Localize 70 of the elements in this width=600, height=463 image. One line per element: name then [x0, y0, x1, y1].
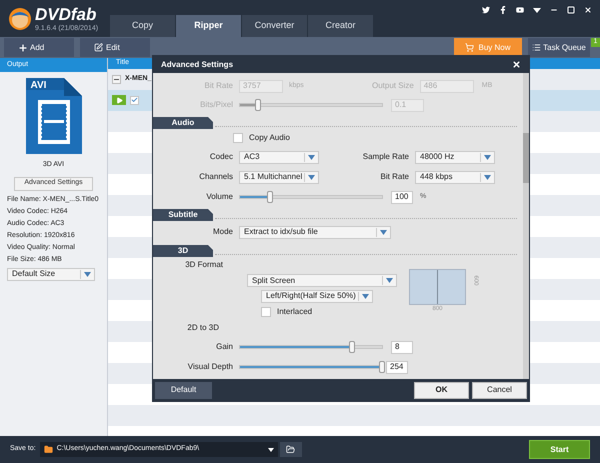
field-label: Codec [208, 151, 234, 163]
dialog-title: Advanced Settings [161, 58, 234, 70]
field-label: 3D Format [184, 259, 224, 271]
add-button[interactable]: Add [4, 38, 74, 57]
folder-icon [286, 445, 296, 454]
browse-button[interactable] [280, 442, 302, 457]
collapse-icon[interactable] [112, 74, 121, 84]
play-button[interactable] [112, 95, 126, 105]
slider-thumb[interactable] [349, 341, 356, 353]
field-label: 2D to 3D [186, 322, 220, 334]
caret-icon [308, 154, 315, 160]
channels-select[interactable]: 5.1 Multichannel [239, 170, 319, 184]
edit-button[interactable]: Edit [80, 38, 150, 57]
format-select[interactable]: Split Screen [247, 274, 397, 287]
audio-bit-rate-select[interactable]: 448 kbps [415, 170, 495, 184]
cart-icon [465, 43, 474, 52]
slider-thumb[interactable] [379, 361, 385, 373]
youtube-icon[interactable] [516, 6, 524, 14]
dropdown-icon[interactable] [533, 6, 541, 14]
sample-rate-select[interactable]: 48000 Hz [415, 150, 495, 164]
plus-icon [18, 42, 28, 52]
task-queue-button[interactable]: Task Queue [528, 38, 590, 57]
app-logo: DVDfab [35, 6, 98, 22]
field-label: Channels [198, 171, 234, 183]
field-label: Sample Rate [362, 151, 410, 163]
checkbox[interactable] [261, 306, 271, 316]
field-label: Gain [215, 341, 234, 353]
copy-audio-label: Copy Audio [249, 132, 290, 144]
slider-thumb[interactable] [266, 191, 273, 203]
depth-field[interactable]: 254 [386, 360, 408, 374]
facebook-icon[interactable] [499, 6, 507, 14]
checkbox[interactable] [233, 133, 243, 143]
tab[interactable]: Converter [242, 15, 307, 37]
ok-button[interactable]: OK [414, 382, 469, 398]
slider-thumb[interactable] [255, 99, 262, 111]
gain-field[interactable]: 8 [391, 340, 413, 354]
tab[interactable]: Copy [110, 15, 175, 37]
codec-select[interactable]: AC3 [239, 150, 319, 164]
tab[interactable]: Creator [308, 15, 373, 37]
field-label: Bit Rate [380, 171, 410, 183]
edit-icon [94, 43, 103, 52]
field-label: Output Size [370, 80, 415, 92]
default-button[interactable]: Default [155, 382, 212, 398]
list-icon [532, 43, 542, 52]
logo-icon [8, 6, 32, 30]
field-label: Bit Rate [204, 80, 234, 92]
close-icon[interactable] [512, 60, 521, 69]
interlaced-label: Interlaced [277, 306, 312, 318]
play-icon [116, 96, 122, 104]
split-preview [409, 269, 466, 305]
volume-field[interactable]: 100 [391, 190, 413, 204]
file-type-label: AVI [30, 79, 46, 93]
caret-icon [84, 272, 91, 276]
checkbox[interactable] [130, 96, 139, 104]
folder-icon [44, 445, 53, 454]
field-label: Mode [212, 226, 234, 238]
field-label: Bits/Pixel [199, 99, 234, 111]
close-icon[interactable] [584, 6, 592, 14]
size-select[interactable]: Default Size [7, 268, 95, 280]
cancel-button[interactable]: Cancel [472, 382, 527, 398]
layout-select[interactable]: Left/Right(Half Size 50%) [261, 290, 373, 302]
twitter-icon[interactable] [482, 6, 490, 14]
field-label: Visual Depth [186, 361, 234, 373]
document-icon [26, 78, 82, 154]
caret-icon [484, 154, 491, 160]
field-label: Volume [205, 191, 234, 203]
maximize-icon[interactable] [567, 6, 575, 14]
tab[interactable]: Ripper [176, 15, 241, 37]
caret-icon [380, 230, 387, 234]
mode-select[interactable]: Extract to idx/sub file [239, 226, 391, 238]
